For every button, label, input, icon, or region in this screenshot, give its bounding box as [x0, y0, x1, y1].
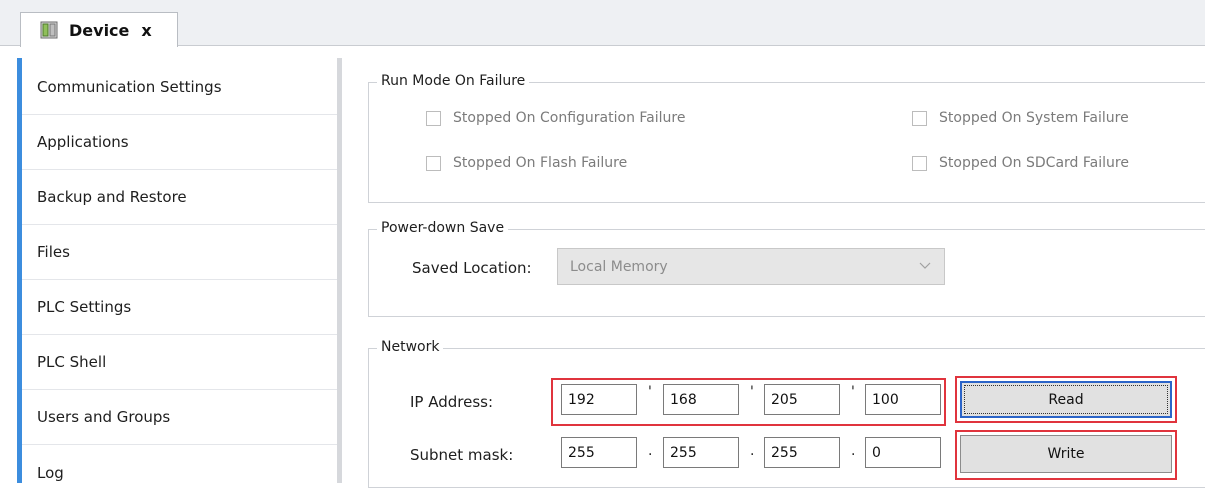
checkbox-label: Stopped On System Failure — [939, 110, 1129, 126]
sidebar-item-communication-settings[interactable]: Communication Settings — [22, 60, 337, 115]
power-down-title: Power-down Save — [377, 220, 509, 236]
ip-octet-2[interactable] — [663, 384, 739, 415]
checkbox-box[interactable] — [426, 110, 441, 126]
subnet-octet-2[interactable] — [663, 437, 739, 468]
checkbox-label: Stopped On Configuration Failure — [453, 110, 686, 126]
saved-location-value: Local Memory — [570, 258, 668, 275]
run-mode-title: Run Mode On Failure — [377, 73, 530, 89]
ip-separator: ' — [750, 384, 754, 400]
sidebar-item-label: Applications — [37, 133, 129, 151]
checkbox-stopped-on-flash-failure[interactable]: Stopped On Flash Failure — [426, 155, 627, 171]
checkbox-box[interactable] — [912, 155, 927, 171]
ip-octet-3[interactable] — [764, 384, 840, 415]
subnet-octet-3[interactable] — [764, 437, 840, 468]
sidebar-item-label: Users and Groups — [37, 408, 171, 426]
sidebar-item-files[interactable]: Files — [22, 225, 337, 280]
ip-separator: ' — [851, 384, 855, 400]
subnet-separator: . — [648, 443, 653, 459]
close-icon[interactable]: x — [141, 21, 151, 40]
sidebar-item-label: Log — [37, 463, 64, 482]
checkbox-label: Stopped On SDCard Failure — [939, 155, 1129, 171]
checkbox-box[interactable] — [426, 155, 441, 171]
subnet-octet-4[interactable] — [865, 437, 941, 468]
subnet-separator: . — [851, 443, 856, 459]
checkbox-label: Stopped On Flash Failure — [453, 155, 628, 171]
ip-address-label: IP Address: — [410, 393, 494, 411]
sidebar-item-log[interactable]: Log — [22, 445, 337, 500]
checkbox-stopped-on-configuration-failure[interactable]: Stopped On Configuration Failure — [426, 110, 685, 126]
read-button[interactable]: Read — [960, 381, 1172, 418]
chevron-down-icon — [918, 259, 932, 273]
checkbox-box[interactable] — [912, 110, 927, 126]
sidebar-item-label: Backup and Restore — [37, 188, 187, 206]
editor-tab-strip: Device x — [0, 0, 1205, 47]
checkbox-stopped-on-sdcard-failure[interactable]: Stopped On SDCard Failure — [912, 155, 1129, 171]
subnet-octet-1[interactable] — [561, 437, 637, 468]
sidebar-item-label: Files — [37, 243, 70, 261]
panel-splitter[interactable] — [337, 58, 342, 483]
run-mode-group: Run Mode On Failure — [368, 73, 1205, 203]
sidebar-item-label: Communication Settings — [37, 78, 222, 96]
sidebar-item-backup-and-restore[interactable]: Backup and Restore — [22, 170, 337, 225]
tab-device-label: Device — [69, 20, 130, 40]
device-icon — [39, 20, 59, 40]
device-sidebar: Communication Settings Applications Back… — [17, 58, 337, 483]
subnet-separator: . — [750, 443, 755, 459]
write-button[interactable]: Write — [960, 435, 1172, 473]
saved-location-label: Saved Location: — [412, 259, 532, 277]
sidebar-item-plc-shell[interactable]: PLC Shell — [22, 335, 337, 390]
sidebar-item-users-and-groups[interactable]: Users and Groups — [22, 390, 337, 445]
write-button-label: Write — [1047, 446, 1085, 462]
ip-separator: ' — [648, 384, 652, 400]
sidebar-item-plc-settings[interactable]: PLC Settings — [22, 280, 337, 335]
saved-location-select[interactable]: Local Memory — [557, 248, 945, 285]
sidebar-item-label: PLC Shell — [37, 353, 107, 371]
sidebar-item-applications[interactable]: Applications — [22, 115, 337, 170]
network-title: Network — [377, 339, 444, 355]
tab-device[interactable]: Device x — [20, 12, 178, 47]
checkbox-stopped-on-system-failure[interactable]: Stopped On System Failure — [912, 110, 1129, 126]
read-button-label: Read — [1048, 391, 1084, 408]
ip-octet-1[interactable] — [561, 384, 637, 415]
subnet-mask-label: Subnet mask: — [410, 446, 514, 464]
ip-octet-4[interactable] — [865, 384, 941, 415]
sidebar-item-label: PLC Settings — [37, 298, 132, 316]
